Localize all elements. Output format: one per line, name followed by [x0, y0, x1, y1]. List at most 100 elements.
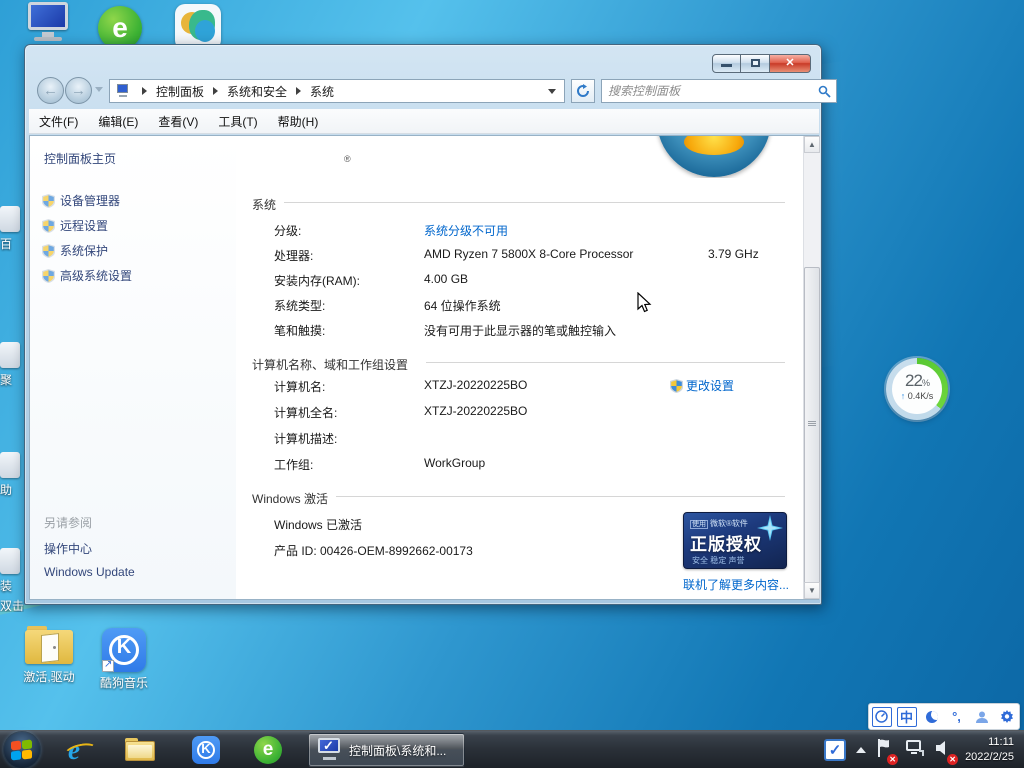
- network-speed-ball[interactable]: 22% ↑ 0.4K/s: [886, 358, 948, 420]
- rating-unavailable-link[interactable]: 系统分级不可用: [424, 222, 508, 239]
- forward-button[interactable]: →: [65, 77, 92, 104]
- section-rule: [426, 362, 785, 363]
- uac-shield-icon: [42, 269, 55, 283]
- active-task-label: 控制面板\系统和...: [349, 742, 446, 759]
- sidebar-item-control-panel-home[interactable]: 控制面板主页: [44, 150, 116, 167]
- menu-file[interactable]: 文件(F): [29, 113, 88, 130]
- ime-speed-dial-icon[interactable]: [872, 707, 892, 727]
- sidebar-item-action-center[interactable]: 操作中心: [44, 540, 92, 557]
- desktop-icon-partial-2[interactable]: 聚: [0, 342, 24, 388]
- breadcrumb-separator-icon: [296, 87, 301, 95]
- desktop-icon-label: 激活,驱动: [14, 668, 84, 685]
- close-button[interactable]: ✕: [770, 54, 811, 73]
- taskbar-explorer-button[interactable]: [124, 734, 156, 766]
- processor-label: 处理器:: [274, 247, 313, 264]
- breadcrumb-item-system[interactable]: 系统: [308, 83, 336, 100]
- menu-view[interactable]: 查看(V): [148, 113, 208, 130]
- computer-description-label: 计算机描述:: [274, 430, 337, 447]
- shortcut-arrow-icon: [102, 660, 114, 672]
- desktop-icon-partial-3[interactable]: 助: [0, 452, 24, 498]
- uac-shield-icon: [42, 219, 55, 233]
- workgroup-value: WorkGroup: [424, 456, 485, 470]
- recent-pages-chevron-icon[interactable]: [95, 87, 103, 92]
- partial-icon: [0, 452, 20, 478]
- full-computer-name-label: 计算机全名:: [274, 404, 337, 421]
- rating-label: 分级:: [274, 222, 301, 239]
- vertical-scrollbar[interactable]: ▲ ▼: [803, 136, 820, 599]
- uac-shield-icon: [670, 379, 683, 393]
- refresh-button[interactable]: [571, 79, 595, 103]
- tray-show-hidden-icons-button[interactable]: [856, 747, 866, 753]
- search-input[interactable]: [608, 82, 808, 100]
- taskbar-ie-button[interactable]: e: [58, 734, 90, 766]
- ime-punctuation-icon[interactable]: °,: [947, 707, 967, 727]
- badge-star-icon: [757, 515, 783, 541]
- menu-bar: 文件(F) 编辑(E) 查看(V) 工具(T) 帮助(H): [29, 109, 819, 134]
- ime-user-icon[interactable]: [972, 707, 992, 727]
- speed-ball-face: 22% ↑ 0.4K/s: [892, 364, 942, 414]
- breadcrumb-item-control-panel[interactable]: 控制面板: [154, 83, 206, 100]
- tray-network-icon[interactable]: [904, 738, 924, 763]
- clock-date: 2022/2/25: [965, 750, 1014, 765]
- memory-percent: 22%: [892, 371, 942, 391]
- sidebar-item-advanced-system-settings[interactable]: 高级系统设置: [60, 267, 132, 284]
- sidebar-item-device-manager[interactable]: 设备管理器: [60, 192, 120, 209]
- back-button[interactable]: ←: [37, 77, 64, 104]
- computer-name-label: 计算机名:: [274, 378, 325, 395]
- scroll-down-button[interactable]: ▼: [804, 582, 820, 599]
- desktop-icon-computer[interactable]: [16, 2, 80, 42]
- full-computer-name-value: XTZJ-20220225BO: [424, 404, 527, 418]
- partial-icon-label: 百: [0, 235, 24, 252]
- menu-edit[interactable]: 编辑(E): [88, 113, 148, 130]
- mute-badge-icon: ✕: [947, 754, 958, 765]
- badge-line1: 使用微软®软件: [690, 518, 748, 529]
- breadcrumb[interactable]: 控制面板 系统和安全 系统: [109, 79, 565, 103]
- sidebar-item-windows-update[interactable]: Windows Update: [44, 565, 135, 579]
- search-box[interactable]: [601, 79, 837, 103]
- partial-icon: [0, 548, 20, 574]
- breadcrumb-separator-icon: [142, 87, 147, 95]
- taskbar-active-task-control-panel[interactable]: ✓ 控制面板\系统和...: [308, 733, 465, 767]
- start-button[interactable]: [4, 732, 40, 768]
- tray-action-center-flag-icon[interactable]: ✕: [876, 738, 894, 763]
- partial-icon: [0, 206, 20, 232]
- desktop-icon-kugou[interactable]: K 酷狗音乐: [92, 628, 156, 691]
- tray-security-check-icon[interactable]: ✓: [824, 739, 846, 761]
- sidebar-item-system-protection[interactable]: 系统保护: [60, 242, 108, 259]
- address-dropdown-icon[interactable]: [548, 89, 556, 94]
- learn-more-online-link[interactable]: 联机了解更多内容...: [683, 576, 789, 593]
- partial-icon-label: 双击助: [0, 597, 24, 612]
- desktop-icon-partial-1[interactable]: 百: [0, 206, 24, 252]
- desktop-icon-partial-4[interactable]: 装 双击助: [0, 548, 24, 612]
- sidebar-item-remote-settings[interactable]: 远程设置: [60, 217, 108, 234]
- scrollbar-thumb[interactable]: [804, 267, 820, 587]
- section-header-activation: Windows 激活: [252, 490, 336, 507]
- menu-tools[interactable]: 工具(T): [208, 113, 267, 130]
- system-window-icon: ✓: [317, 738, 343, 762]
- ime-chinese-mode-icon[interactable]: 中: [897, 707, 917, 727]
- ime-settings-gear-icon[interactable]: [997, 707, 1017, 727]
- taskbar-kugou-button[interactable]: K: [190, 734, 222, 766]
- breadcrumb-item-system-security[interactable]: 系统和安全: [225, 83, 289, 100]
- tray-volume-muted-icon[interactable]: ✕: [934, 738, 954, 763]
- change-settings-link[interactable]: 更改设置: [670, 377, 734, 394]
- registered-trademark: ®: [344, 154, 351, 164]
- scroll-up-button[interactable]: ▲: [804, 136, 820, 153]
- maximize-button[interactable]: [741, 54, 770, 73]
- window-controls: ✕: [712, 54, 811, 73]
- main-content: ® 系统 分级: 系统分级不可用 处理器: AMD Ryzen 7 5800X …: [236, 136, 803, 599]
- desktop-icon-label: 酷狗音乐: [92, 674, 156, 691]
- ime-fullwidth-moon-icon[interactable]: [922, 707, 942, 727]
- section-header-system: 系统: [252, 196, 284, 213]
- genuine-microsoft-badge[interactable]: 使用微软®软件 正版授权 安全 稳定 声誉: [683, 512, 787, 569]
- tray-clock[interactable]: 11:11 2022/2/25: [965, 735, 1014, 765]
- computer-icon: [24, 2, 72, 42]
- menu-help[interactable]: 帮助(H): [268, 113, 329, 130]
- minimize-button[interactable]: [712, 54, 741, 73]
- computer-name-value: XTZJ-20220225BO: [424, 378, 527, 392]
- mouse-cursor: [637, 292, 653, 314]
- system-properties-window: ✕ ← → 控制面板 系统和安全 系统: [24, 44, 822, 605]
- taskbar-360-browser-button[interactable]: e: [252, 734, 284, 766]
- partial-icon-label: 助: [0, 481, 24, 498]
- desktop-icon-activation-driver[interactable]: 激活,驱动: [14, 626, 84, 685]
